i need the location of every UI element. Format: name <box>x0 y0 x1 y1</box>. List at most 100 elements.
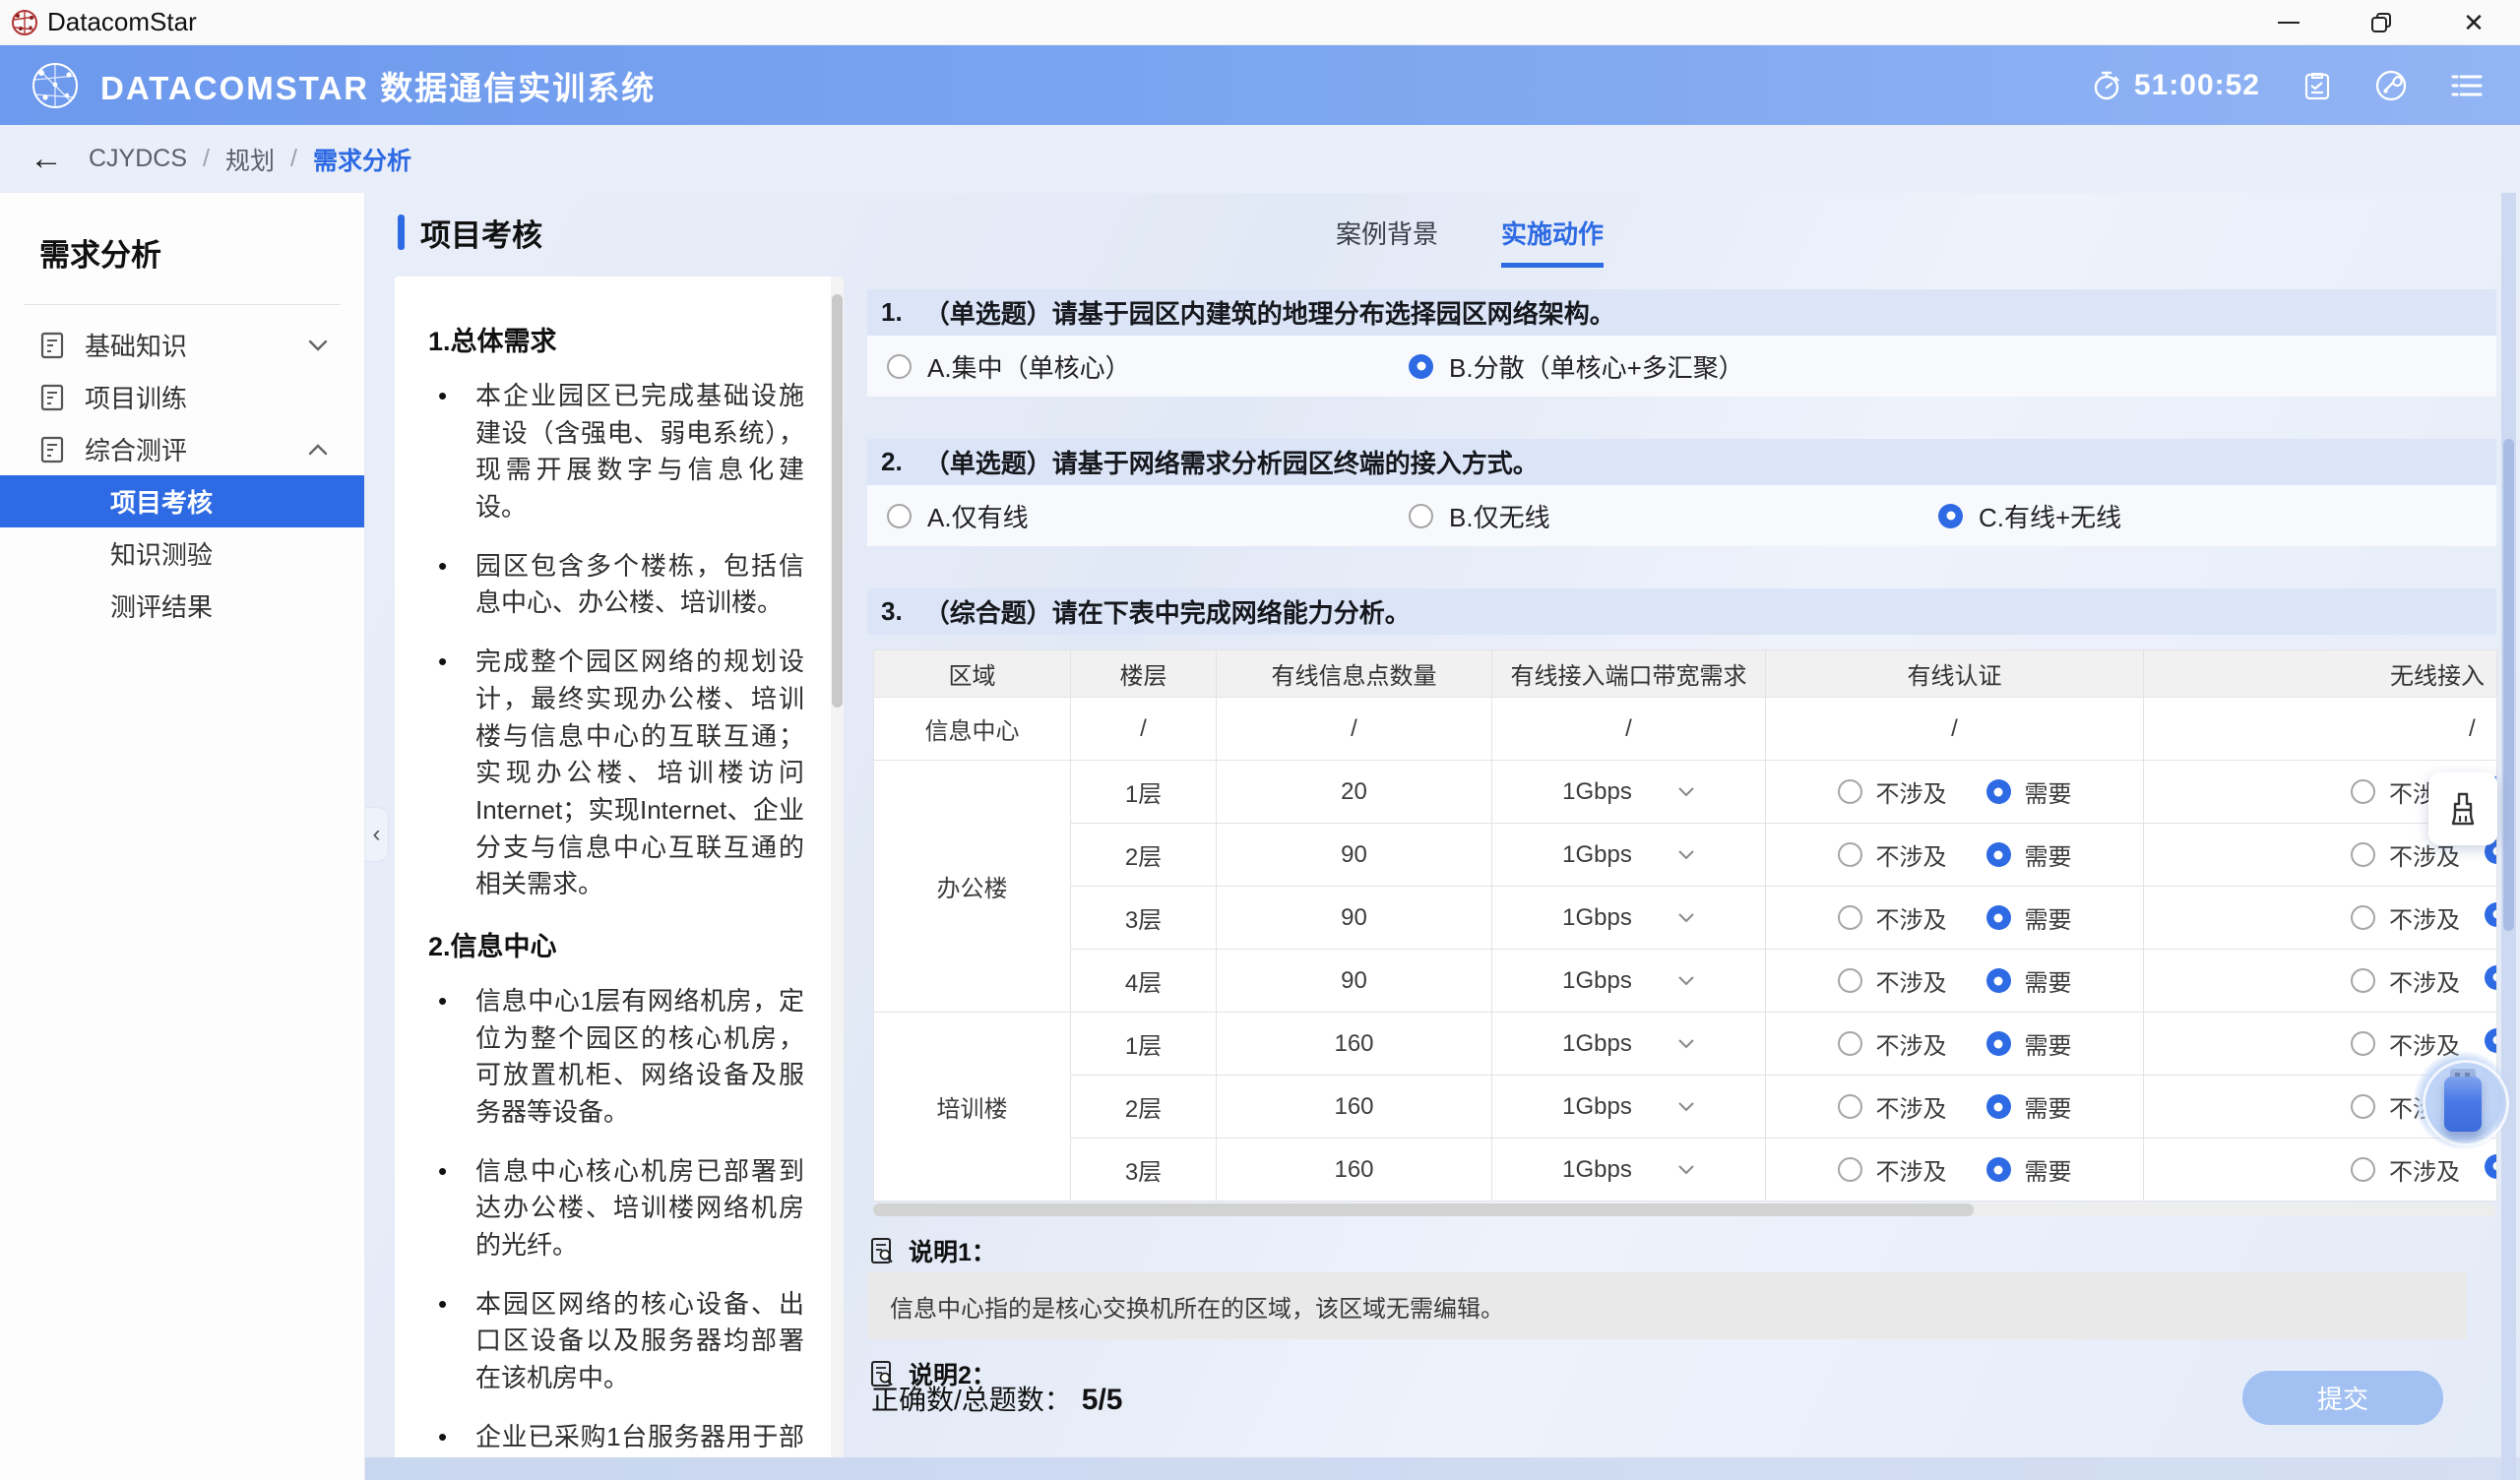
restore-button[interactable] <box>2335 0 2427 44</box>
radio-unselected[interactable] <box>1409 504 1433 528</box>
option-A[interactable]: A.仅有线 <box>887 485 1029 546</box>
bandwidth-cell: / <box>1492 698 1766 761</box>
radio-unselected[interactable] <box>1838 968 1862 993</box>
radio-selected[interactable] <box>1986 1094 2011 1119</box>
radio-selected[interactable] <box>1986 1157 2011 1182</box>
radio-unselected[interactable] <box>2351 779 2375 804</box>
radio-selected[interactable] <box>1986 905 2011 930</box>
chevron-down-icon <box>1677 849 1695 861</box>
auth-option-need[interactable]: 需要 <box>1986 1089 2072 1124</box>
panel-accent-bar <box>398 215 405 250</box>
tools-icon[interactable] <box>2374 69 2408 102</box>
radio-selected[interactable] <box>2485 965 2497 990</box>
radio-selected[interactable] <box>2485 1154 2497 1179</box>
radio-unselected[interactable] <box>1838 1157 1862 1182</box>
doc-scrollbar-thumb[interactable] <box>832 294 843 708</box>
radio-unselected[interactable] <box>887 504 912 528</box>
bandwidth-select[interactable]: 1Gbps <box>1492 967 1765 995</box>
page-vscrollbar-thumb[interactable] <box>2503 439 2514 931</box>
sidebar-item-测评结果[interactable]: 测评结果 <box>0 580 364 632</box>
auth-option-need[interactable]: 需要 <box>1986 1026 2072 1061</box>
table-hscrollbar-thumb[interactable] <box>873 1203 1974 1216</box>
wired-auth-cell: / <box>1766 698 2144 761</box>
breadcrumb-item-1[interactable]: CJYDCS <box>89 145 187 173</box>
sidebar-item-综合测评[interactable]: 综合测评 <box>0 423 364 475</box>
bandwidth-select[interactable]: 1Gbps <box>1492 778 1765 806</box>
auth-option-na[interactable]: 不涉及 <box>1838 1152 1947 1187</box>
auth-option-na[interactable]: 不涉及 <box>1838 1089 1947 1124</box>
breadcrumb: CJYDCS/规划/需求分析 <box>89 142 411 177</box>
wireless-option-na[interactable]: 不涉及 <box>2351 900 2460 935</box>
radio-selected[interactable] <box>1938 504 1963 528</box>
wireless-option-na[interactable]: 不涉及 <box>2351 1152 2460 1187</box>
radio-unselected[interactable] <box>1838 1094 1862 1119</box>
page-vscrollbar-track <box>2501 193 2516 1480</box>
radio-unselected[interactable] <box>2351 1094 2375 1119</box>
sidebar-collapse-handle[interactable]: ‹ <box>365 807 389 862</box>
radio-unselected[interactable] <box>887 354 912 379</box>
radio-selected[interactable] <box>1986 779 2011 804</box>
clear-brush-button[interactable] <box>2428 772 2497 845</box>
radio-unselected[interactable] <box>2351 842 2375 867</box>
submit-button[interactable]: 提交 <box>2242 1371 2443 1425</box>
auth-option-need[interactable]: 需要 <box>1986 837 2072 872</box>
radio-selected[interactable] <box>2485 1028 2497 1053</box>
sidebar-item-项目考核[interactable]: 项目考核 <box>0 475 364 527</box>
radio-unselected[interactable] <box>1838 779 1862 804</box>
auth-option-need[interactable]: 需要 <box>1986 1152 2072 1187</box>
bandwidth-select[interactable]: 1Gbps <box>1492 841 1765 869</box>
radio-selected[interactable] <box>1986 1031 2011 1056</box>
usb-widget[interactable] <box>2414 1051 2512 1149</box>
radio-selected[interactable] <box>1409 354 1433 379</box>
option-B[interactable]: B.分散（单核心+多汇聚） <box>1409 336 1744 397</box>
auth-option-na[interactable]: 不涉及 <box>1838 837 1947 872</box>
wireless-cell: 不涉及 <box>2144 887 2497 950</box>
back-arrow-icon[interactable]: ← <box>30 140 63 178</box>
bandwidth-select[interactable]: 1Gbps <box>1492 1156 1765 1184</box>
radio-unselected[interactable] <box>2351 1157 2375 1182</box>
doc-scrollbar-track <box>831 277 844 1460</box>
auth-option-na[interactable]: 不涉及 <box>1838 963 1947 998</box>
radio-selected[interactable] <box>1986 968 2011 993</box>
radio-unselected[interactable] <box>2351 905 2375 930</box>
radio-selected[interactable] <box>2485 902 2497 927</box>
sidebar-item-知识测验[interactable]: 知识测验 <box>0 527 364 580</box>
radio-unselected[interactable] <box>1838 842 1862 867</box>
stopwatch-icon <box>2091 70 2122 101</box>
report-icon[interactable] <box>2301 70 2333 101</box>
radio-unselected[interactable] <box>2351 968 2375 993</box>
option-A[interactable]: A.集中（单核心） <box>887 336 1131 397</box>
auth-na-label: 不涉及 <box>1876 774 1947 809</box>
sidebar-item-基础知识[interactable]: 基础知识 <box>0 319 364 371</box>
tab-1[interactable]: 案例背景 <box>1336 215 1438 268</box>
doc-bullet: 信息中心1层有网络机房，定位为整个园区的核心机房，可放置机柜、网络设备及服务器等… <box>428 983 804 1132</box>
wireless-option-na[interactable]: 不涉及 <box>2351 963 2460 998</box>
minimize-button[interactable] <box>2242 0 2335 44</box>
bandwidth-select[interactable]: 1Gbps <box>1492 904 1765 932</box>
option-B[interactable]: B.仅无线 <box>1409 485 1550 546</box>
close-button[interactable]: ✕ <box>2427 0 2520 44</box>
auth-option-need[interactable]: 需要 <box>1986 963 2072 998</box>
auth-option-na[interactable]: 不涉及 <box>1838 1026 1947 1061</box>
bandwidth-select[interactable]: 1Gbps <box>1492 1093 1765 1121</box>
breadcrumb-item-3[interactable]: 需求分析 <box>313 142 411 177</box>
radio-selected[interactable] <box>1986 842 2011 867</box>
auth-option-na[interactable]: 不涉及 <box>1838 774 1947 809</box>
option-C[interactable]: C.有线+无线 <box>1938 485 2121 546</box>
breadcrumb-separator: / <box>290 145 297 173</box>
radio-unselected[interactable] <box>2351 1031 2375 1056</box>
radio-unselected[interactable] <box>1838 905 1862 930</box>
menu-list-icon[interactable] <box>2449 70 2485 101</box>
radio-unselected[interactable] <box>1838 1031 1862 1056</box>
option-label: B.分散（单核心+多汇聚） <box>1449 348 1744 385</box>
points-cell: 90 <box>1217 887 1492 950</box>
chevron-down-icon <box>1677 975 1695 987</box>
bandwidth-select[interactable]: 1Gbps <box>1492 1030 1765 1058</box>
note-1-label: 说明1： <box>909 1233 996 1268</box>
auth-option-need[interactable]: 需要 <box>1986 900 2072 935</box>
tab-2[interactable]: 实施动作 <box>1501 215 1604 268</box>
auth-option-need[interactable]: 需要 <box>1986 774 2072 809</box>
breadcrumb-item-2[interactable]: 规划 <box>225 142 275 177</box>
auth-option-na[interactable]: 不涉及 <box>1838 900 1947 935</box>
sidebar-item-项目训练[interactable]: 项目训练 <box>0 371 364 423</box>
